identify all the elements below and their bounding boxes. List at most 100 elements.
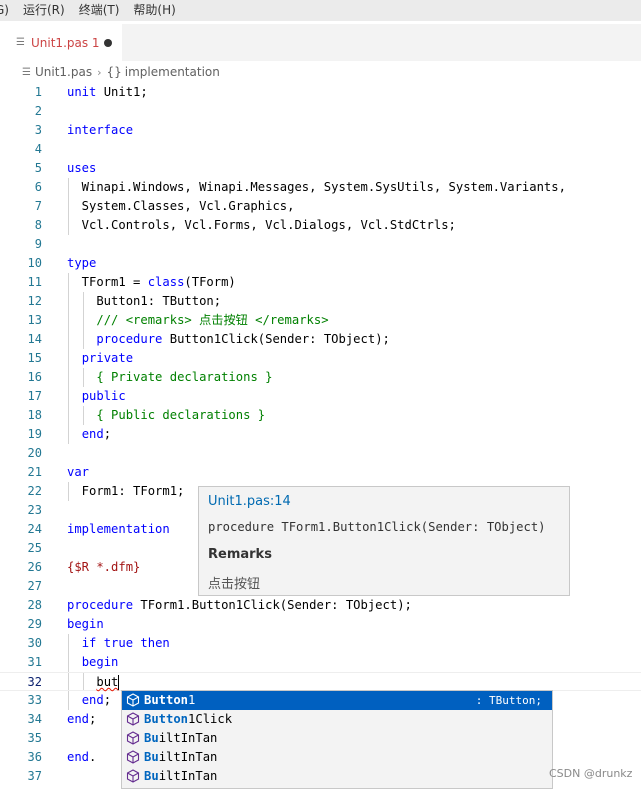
keyword: end	[67, 750, 90, 764]
keyword: end	[81, 693, 104, 707]
line-number: 3	[34, 123, 42, 137]
cube-icon	[126, 769, 140, 783]
code-line[interactable]: 1 unit Unit1;	[0, 83, 641, 102]
suggest-rest: 1	[188, 693, 196, 707]
code-line[interactable]: 17 public	[0, 387, 641, 406]
match-text: Bu	[144, 750, 159, 764]
suggest-item[interactable]: Button1Click	[122, 710, 552, 729]
code-text: Button1: TButton;	[67, 294, 222, 308]
code-line[interactable]: 20	[0, 444, 641, 463]
line-number: 35	[27, 731, 42, 745]
keyword: type	[67, 256, 97, 270]
keyword: var	[67, 465, 90, 479]
watermark: CSDN @drunkz	[549, 767, 633, 780]
match-text: Button	[144, 712, 189, 726]
keyword: begin	[67, 617, 104, 631]
code-line[interactable]: 2	[0, 102, 641, 121]
code-line[interactable]: 29 begin	[0, 615, 641, 634]
code-line[interactable]: 28 procedure TForm1.Button1Click(Sender: …	[0, 596, 641, 615]
menu-item-partial[interactable]: G)	[0, 0, 16, 21]
line-number: 30	[27, 636, 42, 650]
code-line[interactable]: 15 private	[0, 349, 641, 368]
suggest-rest: iltInTan	[158, 731, 218, 745]
hover-file-link[interactable]: Unit1.pas:14	[208, 494, 291, 509]
code-line[interactable]: 18 { Public declarations }	[0, 406, 641, 425]
code-line[interactable]: 3 interface	[0, 121, 641, 140]
current-line[interactable]: 32 but	[0, 672, 641, 691]
line-number: 29	[27, 617, 42, 631]
comment: { Public declarations }	[96, 408, 266, 422]
menu-bar: G) 运行(R) 终端(T) 帮助(H)	[0, 0, 641, 21]
code-line[interactable]: 19 end;	[0, 425, 641, 444]
code-line[interactable]: 12 Button1: TButton;	[0, 292, 641, 311]
line-number: 6	[34, 180, 42, 194]
line-number: 12	[27, 294, 42, 308]
breadcrumb-symbol[interactable]: implementation	[125, 65, 220, 79]
line-number: 14	[27, 332, 42, 346]
cube-icon	[126, 750, 140, 764]
code-line[interactable]: 8 Vcl.Controls, Vcl.Forms, Vcl.Dialogs, …	[0, 216, 641, 235]
line-number: 37	[27, 769, 42, 783]
code-text: Form1: TForm1;	[67, 484, 185, 498]
hover-heading: Remarks	[208, 547, 272, 562]
line-number: 18	[27, 408, 42, 422]
tab-unit1[interactable]: ☰ Unit1.pas 1	[0, 24, 122, 61]
code-line[interactable]: 14 procedure Button1Click(Sender: TObjec…	[0, 330, 641, 349]
code-line[interactable]: 9	[0, 235, 641, 254]
code-text: TForm1.Button1Click(Sender: TObject);	[133, 598, 412, 612]
code-line[interactable]: 21 var	[0, 463, 641, 482]
code-line[interactable]: 10 type	[0, 254, 641, 273]
keyword: implementation	[67, 522, 170, 536]
keyword: interface	[67, 123, 134, 137]
code-line[interactable]: 5 uses	[0, 159, 641, 178]
code-line[interactable]: 4	[0, 140, 641, 159]
suggest-item[interactable]: BuiltInTan	[122, 748, 552, 767]
keyword: uses	[67, 161, 97, 175]
hover-popup: Unit1.pas:14 procedure TForm1.Button1Cli…	[198, 486, 570, 596]
suggest-item[interactable]: Button1 : TButton;	[122, 691, 552, 710]
code-text: Button1Click(Sender: TObject);	[162, 332, 390, 346]
code-text: .	[89, 750, 97, 764]
suggest-rest: iltInTan	[158, 750, 218, 764]
code-line[interactable]: 7 System.Classes, Vcl.Graphics,	[0, 197, 641, 216]
menu-item-help[interactable]: 帮助(H)	[126, 0, 182, 21]
suggest-detail: : TButton;	[475, 694, 542, 707]
code-line[interactable]: 6 Winapi.Windows, Winapi.Messages, Syste…	[0, 178, 641, 197]
code-text: (TForm)	[184, 275, 236, 289]
unsaved-dot-icon[interactable]	[104, 39, 112, 47]
match-text: Bu	[144, 769, 159, 783]
code-line[interactable]: 30 if true then	[0, 634, 641, 653]
suggest-item[interactable]: BuiltInTan	[122, 729, 552, 748]
breadcrumb-file[interactable]: Unit1.pas	[35, 65, 92, 79]
code-line[interactable]: 13 /// <remarks> 点击按钮 </remarks>	[0, 311, 641, 330]
keyword: public	[81, 389, 126, 403]
code-text: Unit1;	[96, 85, 148, 99]
suggest-item[interactable]: BuiltInTan	[122, 767, 552, 786]
code-editor[interactable]: 1 unit Unit1; 2 3 interface 4 5 uses 6 Wina…	[0, 83, 641, 789]
suggest-widget: Button1 : TButton; Button1Click BuiltInT…	[121, 690, 553, 789]
menu-item-terminal[interactable]: 终端(T)	[72, 0, 127, 21]
code-line[interactable]: 31 begin	[0, 653, 641, 672]
code-text: TForm1 =	[67, 275, 148, 289]
code-text: Winapi.Windows, Winapi.Messages, System.…	[67, 180, 566, 194]
suggest-rest: 1Click	[188, 712, 233, 726]
code-line[interactable]: 16 { Private declarations }	[0, 368, 641, 387]
line-number: 23	[27, 503, 42, 517]
code-line[interactable]: 11 TForm1 = class(TForm)	[0, 273, 641, 292]
line-number: 8	[34, 218, 42, 232]
doc-comment: /// <remarks> 点击按钮 </remarks>	[96, 313, 329, 327]
keyword: true	[103, 636, 134, 650]
namespace-icon: {}	[106, 65, 122, 79]
line-number: 24	[27, 522, 42, 536]
menu-item-run[interactable]: 运行(R)	[16, 0, 72, 21]
text-cursor	[118, 675, 120, 690]
